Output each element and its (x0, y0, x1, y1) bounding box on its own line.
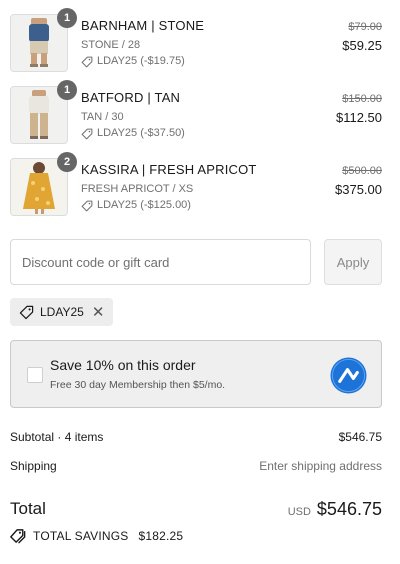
discount-code-input[interactable] (10, 239, 311, 285)
product-thumbnail: 1 (10, 80, 77, 144)
original-price: $500.00 (342, 165, 382, 177)
total-row: Total USD $546.75 (10, 496, 382, 522)
close-icon[interactable]: ✕ (92, 305, 105, 320)
currency-code: USD (287, 505, 311, 518)
product-variant: TAN / 30 (81, 111, 124, 123)
savings-label: TOTAL SAVINGS (33, 529, 129, 543)
product-thumbnail: 1 (10, 8, 77, 72)
cart-item: 1 BARNHAM | STONE STONE / 28 LDAY25 (-$1… (10, 8, 382, 72)
quantity-badge: 1 (57, 80, 77, 100)
discounted-price: $375.00 (335, 182, 382, 197)
shipping-value: Enter shipping address (259, 459, 382, 473)
cart-item: 2 KASSIRA | FRESH APRICOT FRESH APRICOT … (10, 152, 382, 216)
product-name: KASSIRA | FRESH APRICOT (81, 162, 257, 177)
item-discount-text: LDAY25 (-$19.75) (97, 55, 185, 67)
applied-discount-code: LDAY25 (40, 305, 84, 319)
subtotal-row: Subtotal · 4 items $546.75 (10, 430, 382, 444)
product-variant: FRESH APRICOT / XS (81, 183, 194, 195)
original-price: $79.00 (348, 21, 382, 33)
product-thumbnail: 2 (10, 152, 77, 216)
product-name: BARNHAM | STONE (81, 18, 205, 33)
tag-icon (81, 56, 93, 67)
membership-subtitle: Free 30 day Membership then $5/mo. (50, 379, 226, 391)
subtotal-label: Subtotal · 4 items (10, 430, 104, 444)
item-discount: LDAY25 (-$125.00) (81, 198, 257, 213)
applied-discount-chip: LDAY25 ✕ (10, 298, 114, 326)
cart-item: 1 BATFORD | TAN TAN / 30 LDAY25 (-$37.50… (10, 80, 382, 144)
apply-button[interactable]: Apply (324, 239, 382, 285)
membership-logo-icon (330, 357, 367, 394)
quantity-badge: 2 (57, 152, 77, 172)
item-discount-text: LDAY25 (-$125.00) (97, 199, 191, 211)
item-discount: LDAY25 (-$37.50) (81, 126, 185, 141)
membership-offer: Save 10% on this order Free 30 day Membe… (10, 340, 382, 408)
original-price: $150.00 (342, 93, 382, 105)
total-value: $546.75 (316, 498, 382, 519)
subtotal-value: $546.75 (338, 430, 382, 444)
item-discount: LDAY25 (-$19.75) (81, 54, 204, 69)
total-label: Total (10, 499, 46, 518)
item-discount-text: LDAY25 (-$37.50) (97, 127, 185, 139)
discount-form: Apply (10, 239, 382, 285)
savings-value: $182.25 (138, 529, 184, 543)
tag-icon (19, 305, 34, 319)
tag-icon (81, 200, 93, 211)
tag-icon (81, 128, 93, 139)
discounted-price: $59.25 (342, 38, 382, 53)
product-variant: STONE / 28 (81, 39, 141, 51)
membership-title: Save 10% on this order (50, 357, 196, 373)
shipping-label: Shipping (10, 459, 57, 473)
product-name: BATFORD | TAN (81, 90, 181, 105)
shipping-row: Shipping Enter shipping address (10, 459, 382, 473)
tags-icon (10, 529, 26, 544)
quantity-badge: 1 (57, 8, 77, 28)
discounted-price: $112.50 (335, 110, 382, 125)
membership-checkbox[interactable] (27, 367, 43, 383)
total-savings: TOTAL SAVINGS $182.25 (10, 528, 183, 544)
